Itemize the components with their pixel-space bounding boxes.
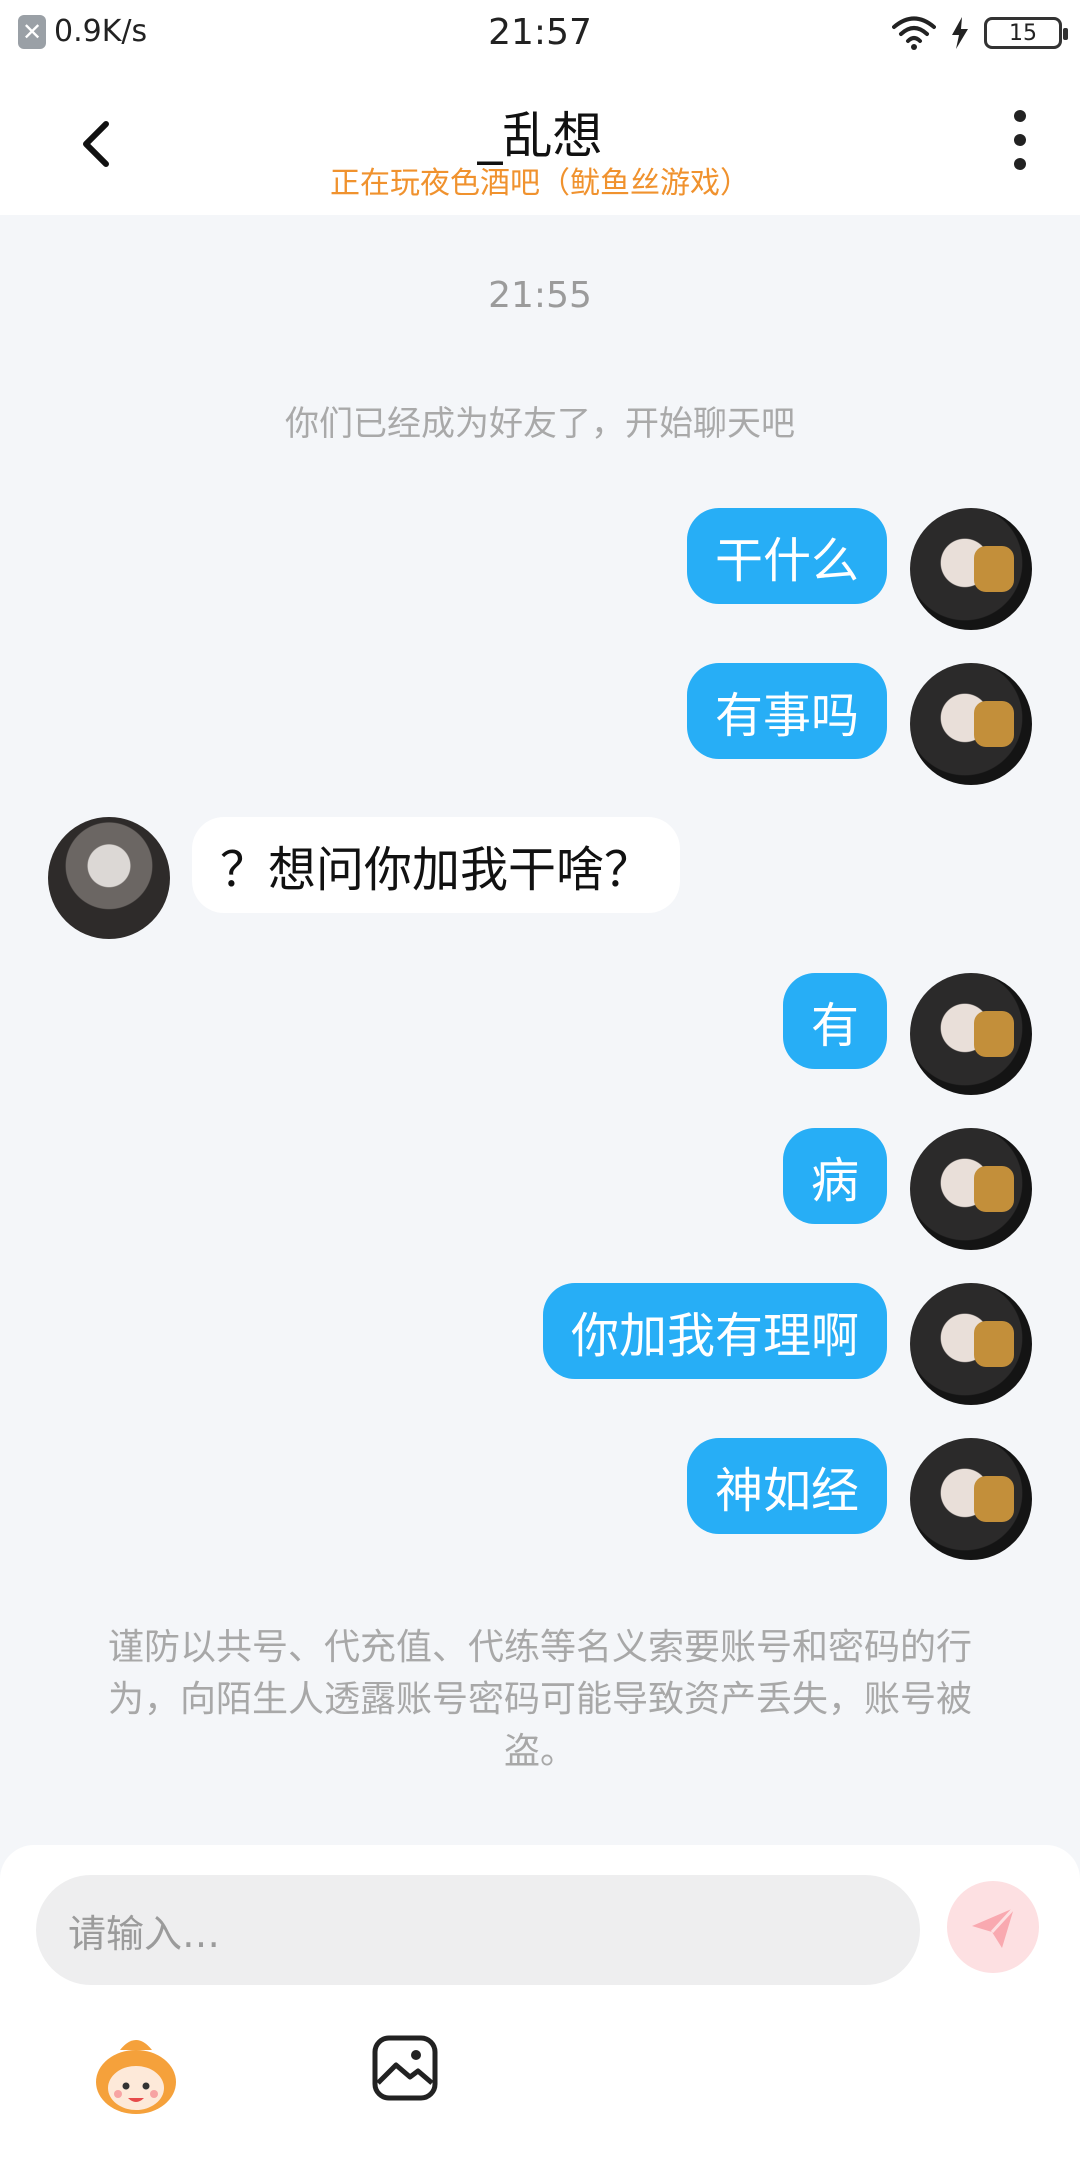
security-warning: 谨防以共号、代充值、代练等名义索要账号和密码的行为，向陌生人透露账号密码可能导致… xyxy=(108,1627,973,1772)
my-avatar[interactable] xyxy=(910,1128,1032,1250)
composer-panel: 请输入… xyxy=(0,1845,1080,2160)
message-input[interactable]: 请输入… xyxy=(36,1875,920,1985)
more-vertical-icon[interactable] xyxy=(1012,110,1028,170)
message-bubble-sent[interactable]: 你加我有理啊 xyxy=(542,1283,887,1379)
message-bubble-sent[interactable]: 干什么 xyxy=(686,508,887,604)
more-dot xyxy=(1014,134,1026,146)
battery-icon: 15 xyxy=(984,17,1068,49)
chat-timestamp: 21:55 xyxy=(488,275,592,316)
image-icon[interactable] xyxy=(370,2033,440,2103)
mascot-emoji-icon[interactable] xyxy=(90,2030,182,2122)
status-right: 15 xyxy=(892,16,1068,50)
chat-header: _乱想 正在玩夜色酒吧（鱿鱼丝游戏） xyxy=(0,70,1080,215)
charging-bolt-icon xyxy=(952,17,968,49)
friend-added-notice: 你们已经成为好友了，开始聊天吧 xyxy=(285,404,795,444)
contact-avatar[interactable] xyxy=(48,817,170,939)
paper-plane-icon xyxy=(972,1906,1016,1948)
message-bubble-sent[interactable]: 病 xyxy=(782,1128,887,1224)
more-dot xyxy=(1014,158,1026,170)
more-dot xyxy=(1014,110,1026,122)
message-bubble-received[interactable]: ？想问你加我干啥？ xyxy=(192,817,681,913)
my-avatar[interactable] xyxy=(910,1438,1032,1560)
my-avatar[interactable] xyxy=(910,508,1032,630)
contact-activity: 正在玩夜色酒吧（鱿鱼丝游戏） xyxy=(330,166,750,201)
my-avatar[interactable] xyxy=(910,1283,1032,1405)
message-bubble-sent[interactable]: 神如经 xyxy=(686,1438,887,1534)
my-avatar[interactable] xyxy=(910,973,1032,1095)
message-bubble-sent[interactable]: 有 xyxy=(782,973,887,1069)
wifi-icon xyxy=(892,16,936,50)
message-bubble-sent[interactable]: 有事吗 xyxy=(686,663,887,759)
status-bar: ✕ 0.9K/s 21:57 15 xyxy=(0,0,1080,70)
my-avatar[interactable] xyxy=(910,663,1032,785)
battery-level: 15 xyxy=(1009,20,1037,46)
send-button[interactable] xyxy=(947,1881,1039,1973)
